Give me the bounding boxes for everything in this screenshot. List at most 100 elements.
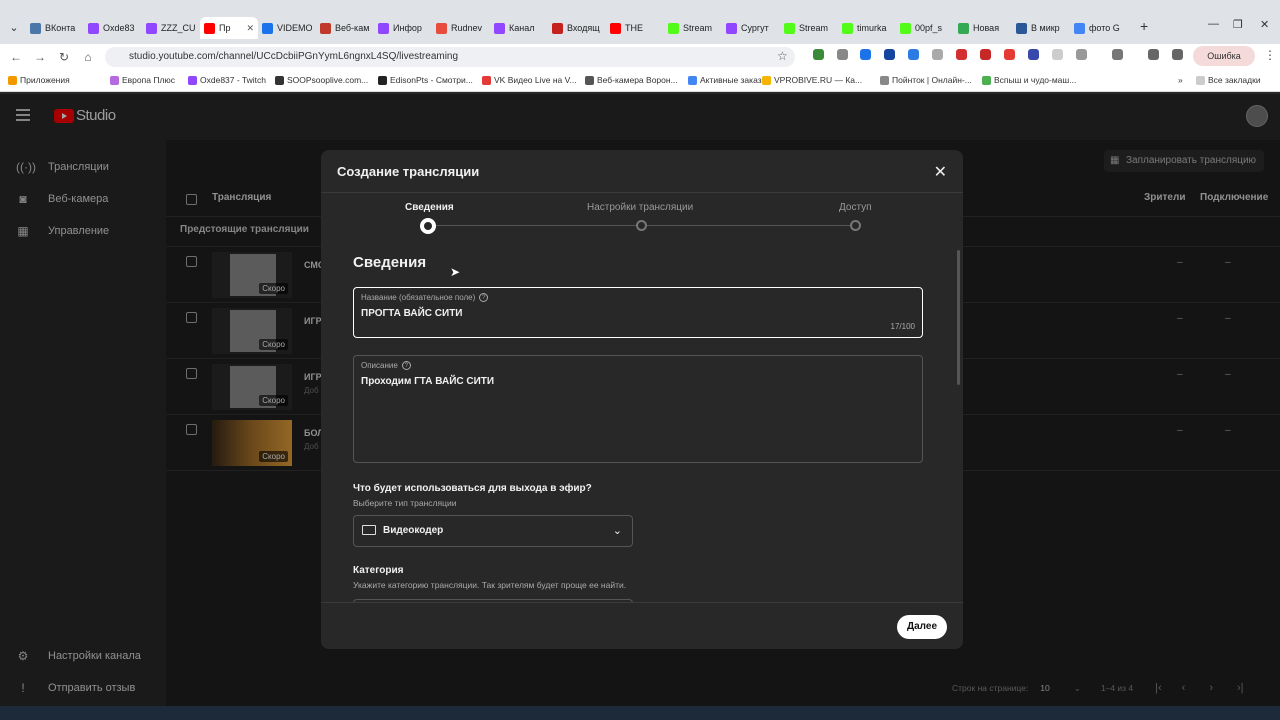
forward-icon[interactable]: →	[28, 50, 52, 64]
bookmark-label: Приложения	[20, 75, 70, 85]
bookmark-item[interactable]: Европа Плюс	[110, 75, 175, 85]
description-field[interactable]: Описание ? Проходим ГТА ВАЙС СИТИ	[353, 355, 923, 463]
close-window-icon[interactable]: ✕	[1260, 18, 1269, 31]
extension-icon[interactable]	[1004, 49, 1015, 60]
mouse-cursor-icon: ➤	[450, 265, 461, 279]
title-input[interactable]: ПРОГТА ВАЙС СИТИ	[361, 308, 463, 319]
browser-tab[interactable]: В микр	[1012, 18, 1070, 38]
chevron-down-icon: ⌄	[612, 525, 622, 537]
extension-icon[interactable]	[837, 49, 848, 60]
os-taskbar	[0, 706, 1280, 720]
help-icon[interactable]: ?	[401, 361, 411, 370]
extension-icon[interactable]	[1028, 49, 1039, 60]
browser-tab[interactable]: фото G	[1070, 18, 1128, 38]
bookmark-item[interactable]: SOOPsooplive.com...	[275, 75, 368, 85]
tab-label: Веб-кам	[335, 23, 370, 33]
tab-favicon-icon	[436, 22, 447, 34]
puzzle-icon[interactable]	[1076, 49, 1087, 60]
tab-search-icon[interactable]: ⌄	[4, 18, 24, 38]
browser-tab[interactable]: Канал	[490, 18, 548, 38]
bookmark-label: Oxde837 - Twitch	[200, 75, 266, 85]
browser-tab[interactable]: Веб-кам	[316, 18, 374, 38]
tab-label: Новая	[973, 23, 1000, 33]
media-icon[interactable]	[1172, 49, 1183, 60]
title-field-label-text: Название (обязательное поле)	[361, 293, 476, 302]
url-field[interactable]: studio.youtube.com/channel/UCcDcbiiPGnYy…	[105, 47, 795, 67]
browser-tab[interactable]: Rudnev	[432, 18, 490, 38]
next-button[interactable]: Далее	[897, 615, 947, 639]
description-input[interactable]: Проходим ГТА ВАЙС СИТИ	[361, 376, 494, 387]
tab-label: Oxde83	[103, 23, 135, 33]
extension-icon[interactable]	[980, 49, 991, 60]
bookmark-favicon-icon	[585, 75, 594, 85]
minimize-icon[interactable]: —	[1208, 18, 1219, 30]
bookmark-item[interactable]: Активные заказы	[688, 75, 768, 85]
browser-tab[interactable]: Инфор	[374, 18, 432, 38]
browser-tab[interactable]: Входящ	[548, 18, 606, 38]
extension-icon[interactable]	[908, 49, 919, 60]
stream-type-select[interactable]: Видеокодер ⌄	[353, 515, 633, 547]
extension-icon[interactable]	[1052, 49, 1063, 60]
output-question: Что будет использоваться для выхода в эф…	[353, 483, 592, 494]
extension-icon[interactable]	[932, 49, 943, 60]
restore-icon[interactable]: ❐	[1233, 18, 1243, 31]
tab-label: Пр	[219, 23, 231, 33]
bookmark-item[interactable]: VPROBIVE.RU — Ка...	[762, 75, 862, 85]
tab-label: Stream	[799, 23, 829, 33]
browser-tab[interactable]: Stream	[780, 18, 838, 38]
browser-tab[interactable]: timurka	[838, 18, 896, 38]
tab-favicon-icon	[1074, 22, 1085, 34]
extension-icon[interactable]	[884, 49, 895, 60]
tab-label: timurka	[857, 23, 887, 33]
new-tab-button[interactable]: +	[1140, 18, 1148, 34]
browser-tab[interactable]: Новая	[954, 18, 1012, 38]
dialog-scrollbar[interactable]	[957, 250, 960, 385]
stream-type-value: Видеокодер	[383, 525, 444, 536]
extension-icon[interactable]	[956, 49, 967, 60]
download-icon[interactable]	[1148, 49, 1159, 60]
extension-icon[interactable]	[860, 49, 871, 60]
step-stream-settings[interactable]: Настройки трансляции	[587, 202, 693, 213]
browser-tab[interactable]: Сургут	[722, 18, 780, 38]
browser-tab[interactable]: ZZZ_CU	[142, 18, 200, 38]
title-field[interactable]: Название (обязательное поле) ? ПРОГТА ВА…	[353, 287, 923, 338]
back-icon[interactable]: ←	[4, 50, 28, 64]
tab-favicon-icon	[958, 22, 969, 34]
star-icon[interactable]: ☆	[777, 49, 788, 63]
bookmark-item[interactable]: EdisonPts - Смотри...	[378, 75, 473, 85]
extension-icon[interactable]	[813, 49, 824, 60]
profile-error-badge[interactable]: Ошибка	[1193, 46, 1255, 66]
bookmarks-overflow-icon[interactable]: »	[1178, 75, 1183, 85]
help-icon[interactable]: ?	[479, 293, 489, 302]
browser-tab[interactable]: THE	[606, 18, 664, 38]
browser-tab[interactable]: Stream	[664, 18, 722, 38]
menu-kebab-icon[interactable]: ⋮	[1264, 48, 1276, 62]
step-details[interactable]: Сведения	[405, 202, 454, 213]
step-dot[interactable]	[850, 220, 861, 231]
bookmark-label: EdisonPts - Смотри...	[390, 75, 473, 85]
browser-tab[interactable]: Oxde83	[84, 18, 142, 38]
browser-tab[interactable]: 00pf_s	[896, 18, 954, 38]
bookmark-item[interactable]: VK Видео Live на V...	[482, 75, 577, 85]
step-access[interactable]: Доступ	[839, 202, 872, 213]
all-bookmarks[interactable]: Все закладки	[1196, 75, 1261, 85]
step-dot-active[interactable]	[420, 218, 436, 234]
tab-favicon-icon	[320, 22, 331, 34]
step-dot[interactable]	[636, 220, 647, 231]
bookmark-item[interactable]: Пойнток | Онлайн-...	[880, 75, 972, 85]
bookmark-item[interactable]: Веб-камера Ворон...	[585, 75, 678, 85]
home-icon[interactable]: ⌂	[76, 50, 100, 64]
tab-search-icon[interactable]	[1112, 49, 1123, 60]
browser-tab[interactable]: VIDEMO	[258, 18, 316, 38]
tab-label: THE	[625, 23, 643, 33]
browser-tab[interactable]: Пр ✕	[200, 17, 258, 39]
close-icon[interactable]: ✕	[934, 162, 947, 182]
browser-tab[interactable]: ВКонта	[26, 18, 84, 38]
tab-close-icon[interactable]: ✕	[246, 23, 254, 34]
output-hint: Выберите тип трансляции	[353, 498, 457, 508]
bookmark-item[interactable]: Вспыш и чудо-маш...	[982, 75, 1076, 85]
tab-favicon-icon	[1016, 22, 1027, 34]
bookmark-item[interactable]: Приложения	[8, 75, 70, 85]
reload-icon[interactable]: ↻	[52, 50, 76, 64]
bookmark-item[interactable]: Oxde837 - Twitch	[188, 75, 266, 85]
